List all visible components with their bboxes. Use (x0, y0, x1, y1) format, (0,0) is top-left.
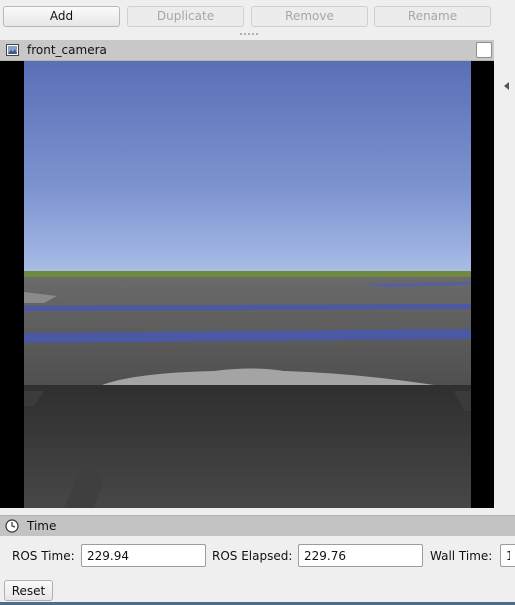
clock-icon (5, 519, 19, 533)
panel-toggle-checkbox[interactable] (476, 42, 492, 58)
duplicate-button[interactable]: Duplicate (127, 6, 244, 27)
rename-button[interactable]: Rename (374, 6, 491, 27)
splitter-handle[interactable] (240, 33, 258, 37)
panel-title: front_camera (27, 43, 107, 57)
wall-time-field[interactable] (500, 544, 515, 567)
wall-time-label: Wall Time: (430, 549, 493, 563)
time-panel-header: Time (0, 515, 515, 536)
camera-image (24, 61, 471, 508)
collapse-arrow-icon[interactable] (504, 82, 509, 90)
time-panel-title: Time (27, 519, 57, 533)
add-button[interactable]: Add (3, 6, 120, 27)
remove-button[interactable]: Remove (251, 6, 368, 27)
camera-panel-header: front_camera (0, 40, 494, 61)
camera-viewport (0, 61, 494, 508)
reset-button[interactable]: Reset (4, 580, 53, 601)
toolbar: Add Duplicate Remove Rename (0, 0, 515, 36)
image-icon (6, 44, 19, 56)
ros-time-field[interactable] (81, 544, 206, 567)
ros-time-label: ROS Time: (12, 549, 75, 563)
ros-elapsed-label: ROS Elapsed: (212, 549, 293, 563)
ros-elapsed-field[interactable] (298, 544, 423, 567)
